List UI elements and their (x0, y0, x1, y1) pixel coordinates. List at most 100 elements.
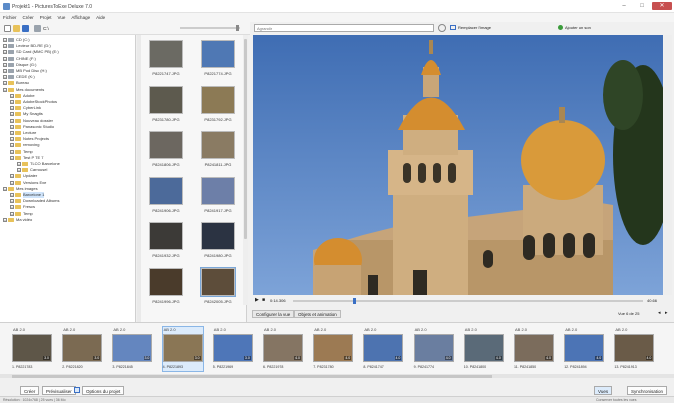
expand-icon[interactable]: + (3, 69, 7, 73)
slide-thumbnail[interactable]: 3.0 (62, 334, 103, 362)
filmstrip-slide[interactable]: AB 2.0 4.0 13. P8241913 (614, 327, 655, 371)
slide-thumbnail[interactable]: 4.0 (313, 334, 354, 362)
open-folder-icon[interactable] (13, 25, 20, 32)
add-sound-icon[interactable] (558, 25, 563, 30)
maximize-button[interactable]: □ (634, 2, 650, 10)
tree-item[interactable]: + Test P TE 7 (10, 155, 44, 161)
slide-thumbnail[interactable]: 3.0 (112, 334, 153, 362)
expand-icon[interactable]: + (3, 44, 7, 49)
stop-icon[interactable]: ■ (262, 297, 265, 303)
tree-item[interactable]: + MB Pod Disc (H:) (3, 68, 47, 74)
menu-file[interactable]: Fichier (0, 13, 20, 22)
thumbnail-image[interactable] (201, 176, 235, 205)
filmstrip-slide[interactable]: AB 2.0 4.0 8. P8241747 (363, 327, 404, 371)
close-button[interactable]: ✕ (652, 2, 672, 10)
expand-icon[interactable]: + (10, 205, 14, 210)
thumbnail-image[interactable] (149, 176, 183, 205)
thumbnail-image[interactable] (149, 222, 183, 250)
thumbnail-image[interactable] (149, 267, 183, 296)
thumbnail-image[interactable] (201, 85, 235, 114)
filmstrip-slide[interactable]: AB 2.0 4.0 9. P8241774 (413, 327, 454, 371)
filmstrip-slide[interactable]: AB 2.0 4.0 6. P8221978 (263, 327, 303, 371)
tree-item[interactable]: + SD Card (MMC PB) (E:) (3, 49, 59, 55)
expand-icon[interactable]: + (10, 131, 14, 135)
viewer-scrollbar[interactable] (664, 35, 672, 295)
tree-item[interactable]: + Temp (10, 149, 33, 155)
expand-icon[interactable]: + (10, 112, 14, 117)
tree-item[interactable]: + TLCO Barcelone (17, 161, 60, 167)
slide-thumbnail[interactable]: 4.0 (413, 334, 454, 362)
tree-item[interactable]: + CEDE (K:) (3, 74, 35, 80)
tree-item[interactable]: + CD (C:) (3, 37, 30, 43)
tree-item[interactable]: + Temp (10, 211, 33, 217)
filmstrip-slide[interactable]: AB 2.0 3.0 3. P8221845 (112, 327, 153, 371)
tree-item[interactable]: + CyberLink (10, 105, 41, 111)
replace-image-label[interactable]: Remplacer l'image (458, 25, 491, 30)
expand-icon[interactable]: + (10, 155, 14, 160)
next-slide-icon[interactable]: ▸ (665, 310, 668, 316)
slide-thumbnail[interactable]: 4.0 (463, 334, 504, 362)
expand-icon[interactable]: + (10, 137, 14, 142)
filmstrip-slide[interactable]: AB 2.0 3.0 2. P8221820 (62, 327, 103, 371)
expand-icon[interactable]: + (10, 180, 14, 185)
tree-item[interactable]: + Lecture (10, 130, 36, 136)
main-photo-preview[interactable] (253, 35, 663, 295)
slide-thumbnail[interactable]: 4.0 (263, 334, 303, 362)
expand-icon[interactable]: + (10, 193, 14, 197)
expand-icon[interactable]: + (3, 217, 7, 222)
thumbnail-image[interactable] (149, 85, 183, 114)
slide-thumbnail[interactable]: 4.0 (564, 334, 605, 362)
thumbnail-image[interactable] (201, 222, 235, 250)
menu-create[interactable]: Créer (20, 13, 37, 22)
slide-thumbnail[interactable]: 4.0 (363, 334, 404, 362)
expand-icon[interactable]: + (10, 106, 14, 111)
tree-item[interactable]: + removing (10, 142, 39, 148)
preview-button[interactable]: Prévisualiser (42, 386, 76, 395)
filmstrip-slide[interactable]: AB 2.0 4.0 7. P8231780 (313, 327, 354, 371)
expand-icon[interactable]: + (10, 124, 14, 129)
expand-icon[interactable]: + (17, 162, 21, 166)
thumb-size-slider[interactable] (180, 25, 240, 31)
expand-icon[interactable]: + (10, 100, 14, 104)
menu-view[interactable]: Vue (55, 13, 69, 22)
timeline-slider[interactable] (293, 298, 643, 304)
create-button[interactable]: Créer (20, 386, 40, 395)
filmstrip-slide[interactable]: AB 2.0 4.0 12. P8241894 (564, 327, 605, 371)
expand-icon[interactable]: + (3, 75, 7, 80)
tree-item[interactable]: + Frescs (10, 204, 35, 210)
project-options-button[interactable]: Options du projet (82, 386, 125, 395)
menu-help[interactable]: Aide (93, 13, 108, 22)
expand-icon[interactable]: + (10, 93, 14, 98)
tree-item[interactable]: + Mes images (3, 186, 38, 192)
filmstrip-scrollbar[interactable] (0, 374, 674, 378)
views-button[interactable]: Vues (594, 386, 613, 395)
slide-thumbnail[interactable]: 3.0 (162, 334, 203, 362)
filmstrip-slide[interactable]: AB 2.0 3.0 1. P8221783 (12, 327, 52, 371)
filmstrip-slide[interactable]: AB 2.0 3.0 5. P8221969 (212, 327, 253, 371)
tree-item[interactable]: + Updater (10, 173, 37, 179)
thumbnail-scrollbar[interactable] (243, 35, 248, 305)
tree-item[interactable]: + Mes documents (3, 87, 44, 93)
tree-item[interactable]: + Carrousel (17, 167, 47, 173)
tree-item[interactable]: + AdobeStockPhotos (10, 99, 57, 105)
tree-item[interactable]: + Downloaded Albums (10, 198, 59, 204)
expand-icon[interactable]: + (3, 81, 7, 86)
expand-icon[interactable]: + (10, 149, 14, 154)
expand-icon[interactable]: + (10, 143, 14, 148)
sync-button[interactable]: Synchronisation (627, 386, 668, 395)
tree-item[interactable]: + Bureau (3, 80, 29, 86)
expand-icon[interactable]: + (17, 168, 21, 173)
filmstrip-slide[interactable]: AB 2.0 4.0 10. P8241800 (463, 327, 504, 371)
tree-item[interactable]: + Notes Projects (10, 136, 49, 142)
replace-image-icon[interactable] (450, 25, 456, 30)
tree-item[interactable]: + Nouveau dossier (10, 118, 53, 124)
slide-thumbnail[interactable]: 3.0 (12, 334, 52, 362)
add-sound-label[interactable]: Ajouter un son (565, 25, 591, 30)
play-icon[interactable]: ▶ (255, 297, 259, 303)
thumbnail-image[interactable] (200, 266, 236, 297)
menu-display[interactable]: Affichage (68, 13, 93, 22)
expand-icon[interactable]: + (3, 186, 7, 191)
drive-icon[interactable] (34, 25, 41, 32)
tree-item[interactable]: + Ma vidéo (3, 217, 32, 223)
thumbnail-image[interactable] (201, 40, 235, 68)
